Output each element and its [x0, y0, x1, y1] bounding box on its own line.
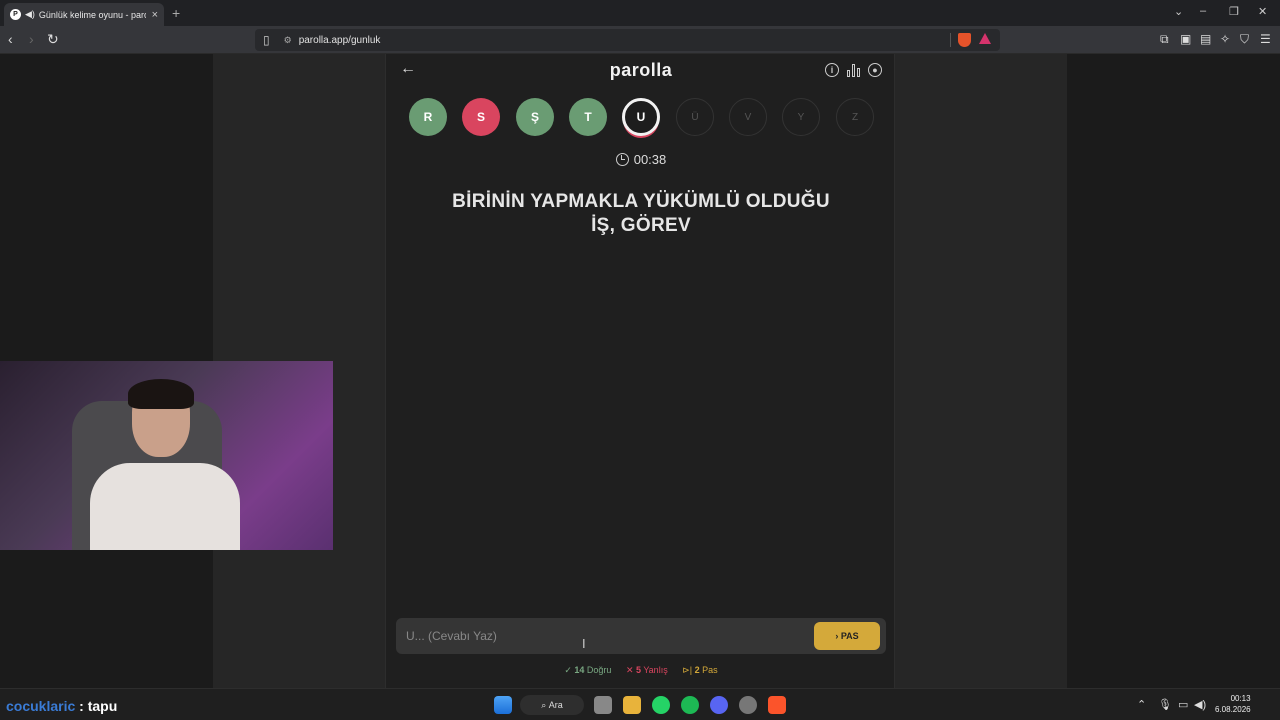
- letter-s-cedilla: Ş: [516, 98, 554, 136]
- score-summary: ✓ 14 Doğru ✕ 5 Yanlış ⊳| 2 Pas: [386, 665, 896, 676]
- microphone-icon[interactable]: 🎙: [1158, 698, 1172, 711]
- content-area: ← parolla i ● R S Ş T U Ü V Y Z 00:38 Bİ…: [213, 54, 1067, 688]
- app-logo[interactable]: parolla: [386, 60, 896, 81]
- correct-stat: ✓ 14 Doğru: [564, 665, 612, 675]
- url-text[interactable]: parolla.app/gunluk: [299, 35, 381, 46]
- system-clock[interactable]: 00:13 6.08.2026: [1215, 693, 1251, 715]
- chat-overlay: cocuklaric : tapu: [6, 698, 118, 714]
- close-tab-icon[interactable]: ×: [152, 9, 158, 21]
- start-icon[interactable]: [494, 696, 512, 714]
- letter-z: Z: [836, 98, 874, 136]
- clock-icon: [615, 153, 629, 166]
- sidebar-icon[interactable]: ▣: [1180, 32, 1191, 46]
- text-cursor-icon: I: [582, 636, 586, 651]
- bookmark-icon[interactable]: ▯: [263, 33, 270, 47]
- vpn-icon[interactable]: ⛉: [1240, 32, 1249, 47]
- forward-icon[interactable]: ›: [29, 31, 34, 47]
- discord-icon[interactable]: [710, 696, 728, 714]
- chat-username: cocuklaric: [6, 698, 76, 714]
- letter-v: V: [729, 98, 767, 136]
- brave-icon[interactable]: [768, 696, 786, 714]
- answer-bar: › PAS: [396, 618, 886, 654]
- task-view-icon[interactable]: [594, 696, 612, 714]
- letter-u-active: U: [622, 98, 660, 136]
- site-favicon-icon: P: [10, 9, 21, 20]
- windows-taskbar: cocuklaric : tapu ⌕ Ara ⌃ 🎙 ▭ ◀) 00:13 6…: [0, 688, 1280, 720]
- pass-stat: ⊳| 2 Pas: [682, 665, 718, 675]
- browser-toolbar: ‹ › ↻ ▯ ⚙ parolla.app/gunluk ⧉ ▣ ▤ ✧ ⛉ ☰: [0, 26, 1280, 54]
- question-line-2: İŞ, GÖREV: [591, 215, 691, 236]
- spotify-icon[interactable]: [681, 696, 699, 714]
- network-icon[interactable]: ▭: [1178, 698, 1188, 711]
- file-explorer-icon[interactable]: [623, 696, 641, 714]
- volume-icon[interactable]: ◀): [1194, 698, 1206, 711]
- app-header: ← parolla i ●: [386, 54, 896, 88]
- profile-icon[interactable]: ●: [868, 63, 882, 77]
- question-line-1: BİRİNİN YAPMAKLA YÜKÜMLÜ OLDUĞU: [452, 191, 830, 212]
- tab-list-chevron-icon[interactable]: ⌄: [1174, 5, 1183, 18]
- tray-overflow-icon[interactable]: ⌃: [1137, 698, 1146, 711]
- letter-u-umlaut: Ü: [676, 98, 714, 136]
- minimize-icon[interactable]: –: [1200, 5, 1206, 17]
- urlbar-divider: [950, 33, 951, 47]
- reload-icon[interactable]: ↻: [47, 31, 59, 48]
- brave-shield-icon[interactable]: [958, 33, 971, 47]
- pass-button-label: PAS: [840, 631, 859, 641]
- letter-r: R: [409, 98, 447, 136]
- streamer: [90, 379, 240, 550]
- info-icon[interactable]: i: [825, 63, 839, 77]
- menu-icon[interactable]: ☰: [1260, 32, 1271, 46]
- brave-rewards-icon[interactable]: [979, 33, 991, 44]
- tab-strip: P ◀) Günlük kelime oyunu - paroll × + ⌄ …: [0, 0, 1280, 26]
- whatsapp-icon[interactable]: [652, 696, 670, 714]
- wallet-icon[interactable]: ▤: [1200, 32, 1211, 46]
- new-tab-icon[interactable]: +: [172, 5, 180, 21]
- taskbar-search[interactable]: ⌕ Ara: [520, 695, 584, 715]
- webcam-overlay: [0, 361, 333, 550]
- chat-message: tapu: [87, 698, 118, 714]
- question-text: BİRİNİN YAPMAKLA YÜKÜMLÜ OLDUĞU İŞ, GÖRE…: [416, 190, 866, 238]
- timer: 00:38: [386, 152, 896, 167]
- leo-ai-icon[interactable]: ✧: [1220, 32, 1230, 46]
- site-info-icon[interactable]: ⚙: [284, 35, 292, 46]
- address-bar[interactable]: ▯ ⚙ parolla.app/gunluk: [255, 29, 1000, 51]
- game-panel: ← parolla i ● R S Ş T U Ü V Y Z 00:38 Bİ…: [385, 54, 895, 688]
- back-icon[interactable]: ‹: [8, 31, 13, 47]
- stats-chart-icon[interactable]: [847, 64, 861, 77]
- chevron-right-icon: ›: [835, 631, 839, 641]
- answer-input[interactable]: [396, 618, 806, 654]
- close-window-icon[interactable]: ✕: [1258, 5, 1267, 18]
- browser-tab[interactable]: P ◀) Günlük kelime oyunu - paroll ×: [4, 3, 164, 26]
- tab-title: Günlük kelime oyunu - paroll: [38, 9, 146, 20]
- wrong-stat: ✕ 5 Yanlış: [625, 665, 668, 675]
- restore-icon[interactable]: ❐: [1229, 5, 1239, 18]
- timer-value: 00:38: [633, 152, 667, 167]
- letter-y: Y: [782, 98, 820, 136]
- letter-progress: R S Ş T U Ü V Y Z: [409, 98, 879, 138]
- letter-t: T: [569, 98, 607, 136]
- obs-icon[interactable]: [739, 696, 757, 714]
- letter-s: S: [462, 98, 500, 136]
- extensions-icon[interactable]: ⧉: [1160, 32, 1169, 47]
- pass-button[interactable]: › PAS: [814, 622, 880, 650]
- audio-playing-icon[interactable]: ◀): [25, 9, 35, 20]
